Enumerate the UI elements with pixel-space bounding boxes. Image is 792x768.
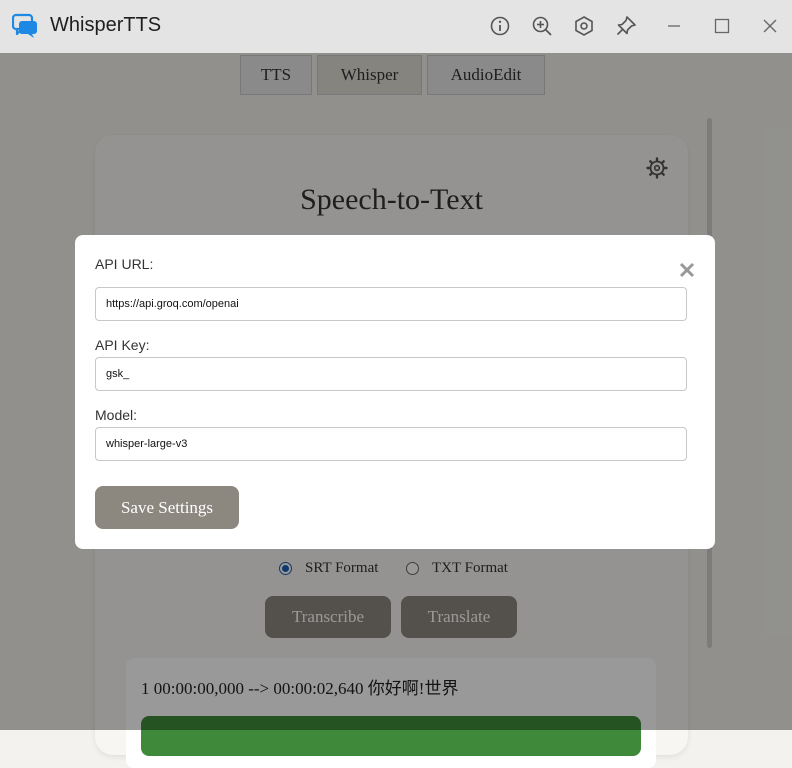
model-input[interactable] <box>95 427 687 461</box>
title-bar: WhisperTTS <box>0 0 792 53</box>
api-key-input[interactable] <box>95 357 687 391</box>
close-icon[interactable] <box>759 15 781 37</box>
maximize-icon[interactable] <box>711 15 733 37</box>
api-url-input[interactable] <box>95 287 687 321</box>
info-icon[interactable] <box>489 15 511 37</box>
minimize-icon[interactable] <box>663 15 685 37</box>
api-key-label: API Key: <box>95 337 150 353</box>
model-label: Model: <box>95 407 138 423</box>
pin-icon[interactable] <box>615 15 637 37</box>
settings-modal: API URL: API Key: Model: Save Settings <box>75 235 715 549</box>
app-logo-icon <box>11 13 38 39</box>
save-settings-button[interactable]: Save Settings <box>95 486 239 529</box>
close-icon[interactable] <box>678 261 696 279</box>
settings-icon[interactable] <box>573 15 595 37</box>
app-title: WhisperTTS <box>50 14 162 36</box>
api-url-label: API URL: <box>95 256 154 272</box>
zoom-in-icon[interactable] <box>531 15 553 37</box>
